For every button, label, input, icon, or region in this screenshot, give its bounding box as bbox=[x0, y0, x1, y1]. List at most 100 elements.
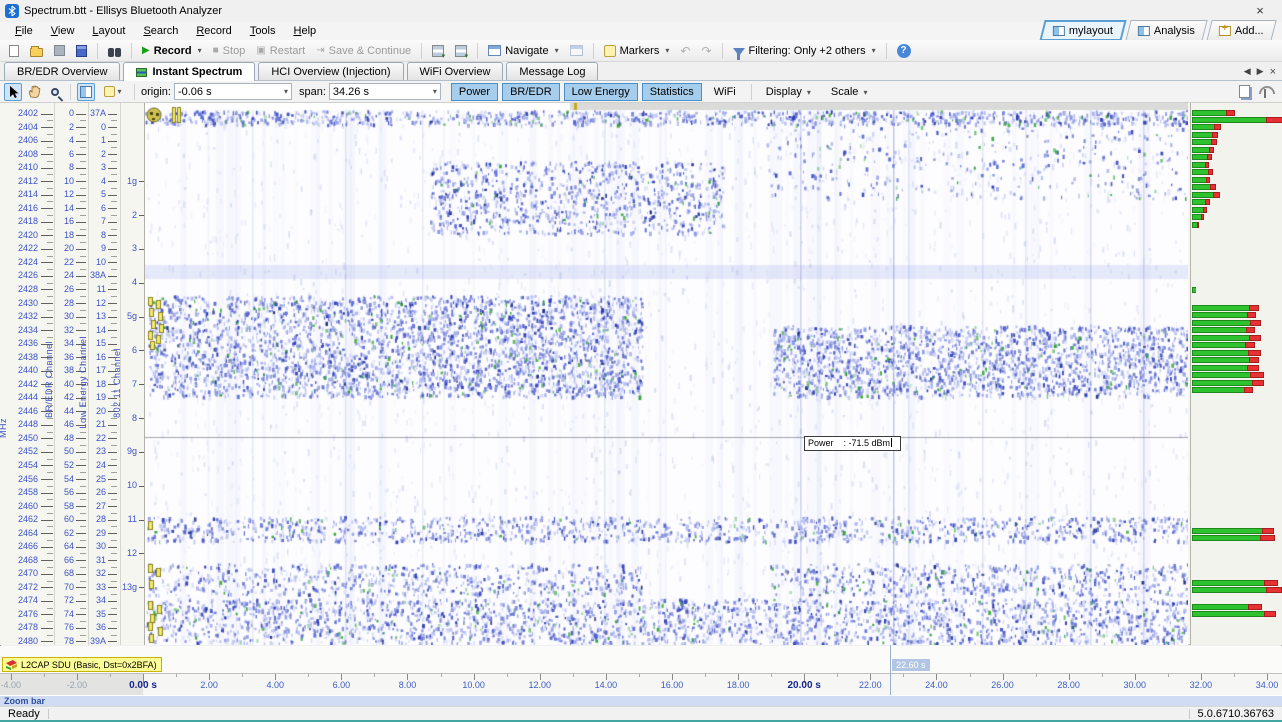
bredr-tick bbox=[76, 141, 86, 142]
markers-icon bbox=[604, 45, 616, 57]
toggle-statistics[interactable]: Statistics bbox=[642, 83, 702, 101]
record-button[interactable]: ▶ Record ▾ bbox=[138, 43, 206, 59]
export-image-button[interactable] bbox=[1235, 83, 1253, 101]
menu-search[interactable]: Search bbox=[134, 23, 187, 39]
mhz-minor-tick bbox=[47, 201, 53, 202]
layout-tab-strip: mylayout Analysis Add... bbox=[1038, 20, 1274, 41]
time-minor-tick bbox=[705, 674, 706, 677]
spectrogram-canvas[interactable] bbox=[145, 103, 1188, 645]
packet-overlay-label[interactable]: L2CAP SDU (Basic, Dst=0x2BFA) bbox=[2, 657, 162, 672]
live-capture-button[interactable] bbox=[1256, 83, 1274, 101]
le-channel-label: 32 bbox=[86, 569, 106, 578]
mhz-minor-tick bbox=[47, 418, 53, 419]
columns-toggle-button[interactable] bbox=[77, 83, 95, 101]
le-channel-label: 29 bbox=[86, 529, 106, 538]
usage-bar-red bbox=[1250, 320, 1261, 326]
bredr-channel-label: 52 bbox=[56, 461, 74, 470]
le-tick bbox=[108, 168, 117, 169]
wifi-tick bbox=[139, 520, 144, 521]
zoom-bar[interactable]: Zoom bar bbox=[0, 695, 1282, 706]
goto-button[interactable] bbox=[566, 43, 587, 58]
tab-instant-spectrum[interactable]: Instant Spectrum bbox=[123, 62, 255, 81]
mhz-minor-tick bbox=[47, 499, 53, 500]
scale-menu-button[interactable]: Scale ▾ bbox=[823, 83, 876, 101]
layout-tab-label: mylayout bbox=[1069, 25, 1113, 37]
open-file-button[interactable] bbox=[26, 43, 47, 59]
save-button[interactable] bbox=[50, 43, 69, 58]
wifi-channel-label: 10 bbox=[119, 481, 137, 490]
layout-tab-add[interactable]: Add... bbox=[1207, 20, 1277, 41]
bredr-tick bbox=[76, 479, 86, 480]
wifi-tick bbox=[139, 215, 144, 216]
mhz-minor-tick bbox=[47, 296, 53, 297]
le-minor-tick bbox=[111, 635, 117, 636]
menu-file[interactable]: File bbox=[6, 23, 42, 39]
menu-record[interactable]: Record bbox=[187, 23, 240, 39]
reset-marker-button[interactable] bbox=[451, 43, 471, 59]
toggle-low-energy[interactable]: Low Energy bbox=[564, 83, 638, 101]
separator bbox=[593, 43, 594, 59]
zoom-tool-button[interactable] bbox=[46, 83, 64, 101]
menu-view[interactable]: View bbox=[42, 23, 84, 39]
save-continue-button[interactable]: ⇥ Save & Continue bbox=[312, 43, 415, 59]
filtering-button[interactable]: Filtering: Only +2 others ▾ bbox=[729, 43, 880, 59]
mhz-minor-tick bbox=[47, 459, 53, 460]
time-minor-tick bbox=[110, 674, 111, 677]
bredr-channel-label: 46 bbox=[56, 420, 74, 429]
wifi-axis-title: 802.11 Channel bbox=[112, 348, 122, 418]
span-combo[interactable]: 34.26 s ▾ bbox=[329, 83, 441, 100]
toggle-power[interactable]: Power bbox=[451, 83, 498, 101]
stop-button[interactable]: ■ Stop bbox=[209, 43, 250, 59]
scroll-tabs-right-button[interactable]: ▶ bbox=[1257, 66, 1264, 78]
mhz-label: 2452 bbox=[6, 447, 38, 456]
bredr-tick bbox=[76, 154, 86, 155]
close-button[interactable]: × bbox=[1252, 3, 1268, 19]
toggle-bredr[interactable]: BR/EDR bbox=[502, 83, 560, 101]
time-tick-label: 6.00 bbox=[319, 680, 363, 690]
toggle-wifi[interactable]: WiFi bbox=[706, 83, 744, 101]
close-tab-button[interactable]: × bbox=[1270, 66, 1276, 78]
bredr-tick bbox=[76, 249, 86, 250]
new-file-button[interactable] bbox=[5, 43, 23, 59]
scroll-tabs-left-button[interactable]: ◀ bbox=[1244, 66, 1251, 78]
tab-wifi-overview[interactable]: WiFi Overview bbox=[407, 62, 504, 80]
next-marker-button[interactable]: ↷ bbox=[697, 44, 715, 58]
markers-button[interactable]: Markers ▾ bbox=[600, 43, 674, 59]
mhz-tick bbox=[41, 154, 53, 155]
pan-tool-button[interactable] bbox=[25, 83, 43, 101]
scale-label: Scale bbox=[831, 86, 859, 98]
origin-combo[interactable]: -0.06 s ▾ bbox=[174, 83, 292, 100]
time-minor-tick bbox=[441, 674, 442, 677]
menu-layout[interactable]: Layout bbox=[83, 23, 134, 39]
le-axis-title: Low Energy Channel bbox=[78, 336, 88, 429]
help-button[interactable]: ? bbox=[893, 42, 915, 60]
le-channel-label: 18 bbox=[86, 380, 106, 389]
bredr-channel-label: 4 bbox=[56, 136, 74, 145]
layout-tab-analysis[interactable]: Analysis bbox=[1126, 20, 1208, 41]
tab-bredr-overview[interactable]: BR/EDR Overview bbox=[4, 62, 120, 80]
usage-bar-green bbox=[1192, 132, 1212, 138]
restart-button[interactable]: ▣ Restart bbox=[252, 43, 309, 59]
channel-usage-bar bbox=[1192, 528, 1274, 534]
navigate-button[interactable]: Navigate ▾ bbox=[484, 43, 562, 59]
layout-tab-mylayout[interactable]: mylayout bbox=[1040, 20, 1127, 41]
set-marker-button[interactable] bbox=[428, 43, 448, 59]
menu-help[interactable]: Help bbox=[285, 23, 326, 39]
display-menu-button[interactable]: Display ▾ bbox=[758, 83, 819, 101]
find-button[interactable] bbox=[104, 43, 125, 59]
usage-bar-red bbox=[1248, 350, 1261, 356]
tab-hci-overview[interactable]: HCI Overview (Injection) bbox=[258, 62, 403, 80]
prev-marker-button[interactable]: ↶ bbox=[676, 44, 694, 58]
properties-button[interactable] bbox=[72, 43, 91, 59]
usage-bar-green bbox=[1192, 312, 1247, 318]
time-axis[interactable]: -4.00-2.000.00 s2.004.006.008.0010.0012.… bbox=[0, 673, 1282, 695]
menu-tools[interactable]: Tools bbox=[241, 23, 285, 39]
select-tool-button[interactable] bbox=[4, 83, 22, 101]
wifi-channel-label: 9g bbox=[119, 447, 137, 456]
marker-dropdown-button[interactable]: ▾ bbox=[98, 83, 128, 101]
bredr-minor-tick bbox=[80, 432, 86, 433]
tab-message-log[interactable]: Message Log bbox=[506, 62, 598, 80]
usage-bar-green bbox=[1192, 380, 1252, 386]
usage-bar-red bbox=[1208, 169, 1213, 175]
le-minor-tick bbox=[111, 201, 117, 202]
